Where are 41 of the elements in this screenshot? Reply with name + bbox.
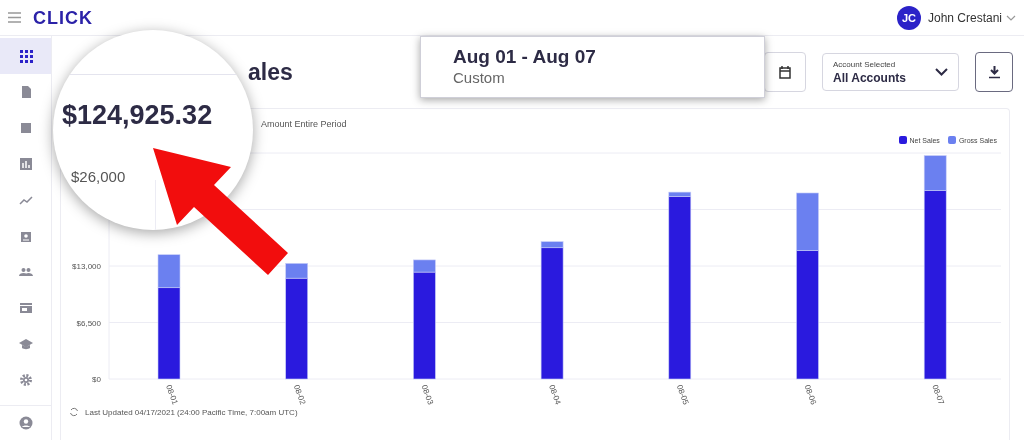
graduation-cap-icon xyxy=(18,337,33,351)
download-button[interactable] xyxy=(975,52,1013,92)
trend-line-icon xyxy=(18,193,33,207)
store-icon xyxy=(18,301,33,315)
axis-label: $26,000 xyxy=(71,168,126,185)
legend-swatch xyxy=(898,136,907,144)
axis-label: 08-02 xyxy=(291,383,308,406)
axis-label: 08-07 xyxy=(930,383,946,406)
date-range: Aug 01 - Aug 07 xyxy=(453,46,597,68)
account-icon xyxy=(18,416,33,430)
logo[interactable]: CLICK xyxy=(33,8,93,27)
people-icon xyxy=(18,265,33,279)
axis-label: $0 xyxy=(92,375,101,384)
refresh-icon[interactable] xyxy=(69,407,79,417)
legend-swatch xyxy=(947,136,956,144)
badge-icon xyxy=(18,229,33,243)
account-dropdown[interactable]: Account Selected All Accounts xyxy=(822,53,959,91)
bar-chart-icon xyxy=(18,157,33,171)
download-icon xyxy=(988,65,1000,79)
axis-label: $13,000 xyxy=(72,262,101,271)
axis-label: 08-06 xyxy=(802,383,819,406)
chevron-down-icon[interactable] xyxy=(1006,14,1016,21)
menu-icon[interactable] xyxy=(8,12,21,23)
axis-label: 08-03 xyxy=(419,383,435,406)
calendar-button[interactable] xyxy=(764,52,806,92)
sidebar-item[interactable] xyxy=(0,38,51,74)
user-name[interactable]: John Crestani xyxy=(927,10,1002,25)
axis-label: 08-05 xyxy=(674,383,691,406)
date-preset: Custom xyxy=(453,69,506,86)
total-amount: $124,925.32 xyxy=(62,100,213,131)
chevron-down-icon xyxy=(935,68,948,76)
grid-icon xyxy=(18,49,33,63)
settings-icon xyxy=(18,373,33,387)
page-title: ales xyxy=(248,58,293,86)
axis-label: 08-01 xyxy=(164,383,180,406)
chart-subtitle: Amount Entire Period xyxy=(261,119,347,129)
calendar-icon xyxy=(779,65,791,79)
last-updated-text: Last Updated 04/17/2021 (24:00 Pacific Time, 7:00am UTC) xyxy=(85,407,298,417)
axis-label: $6,500 xyxy=(76,318,101,328)
user-avatar[interactable]: JC xyxy=(896,5,921,30)
axis-label: 08-04 xyxy=(547,383,563,406)
